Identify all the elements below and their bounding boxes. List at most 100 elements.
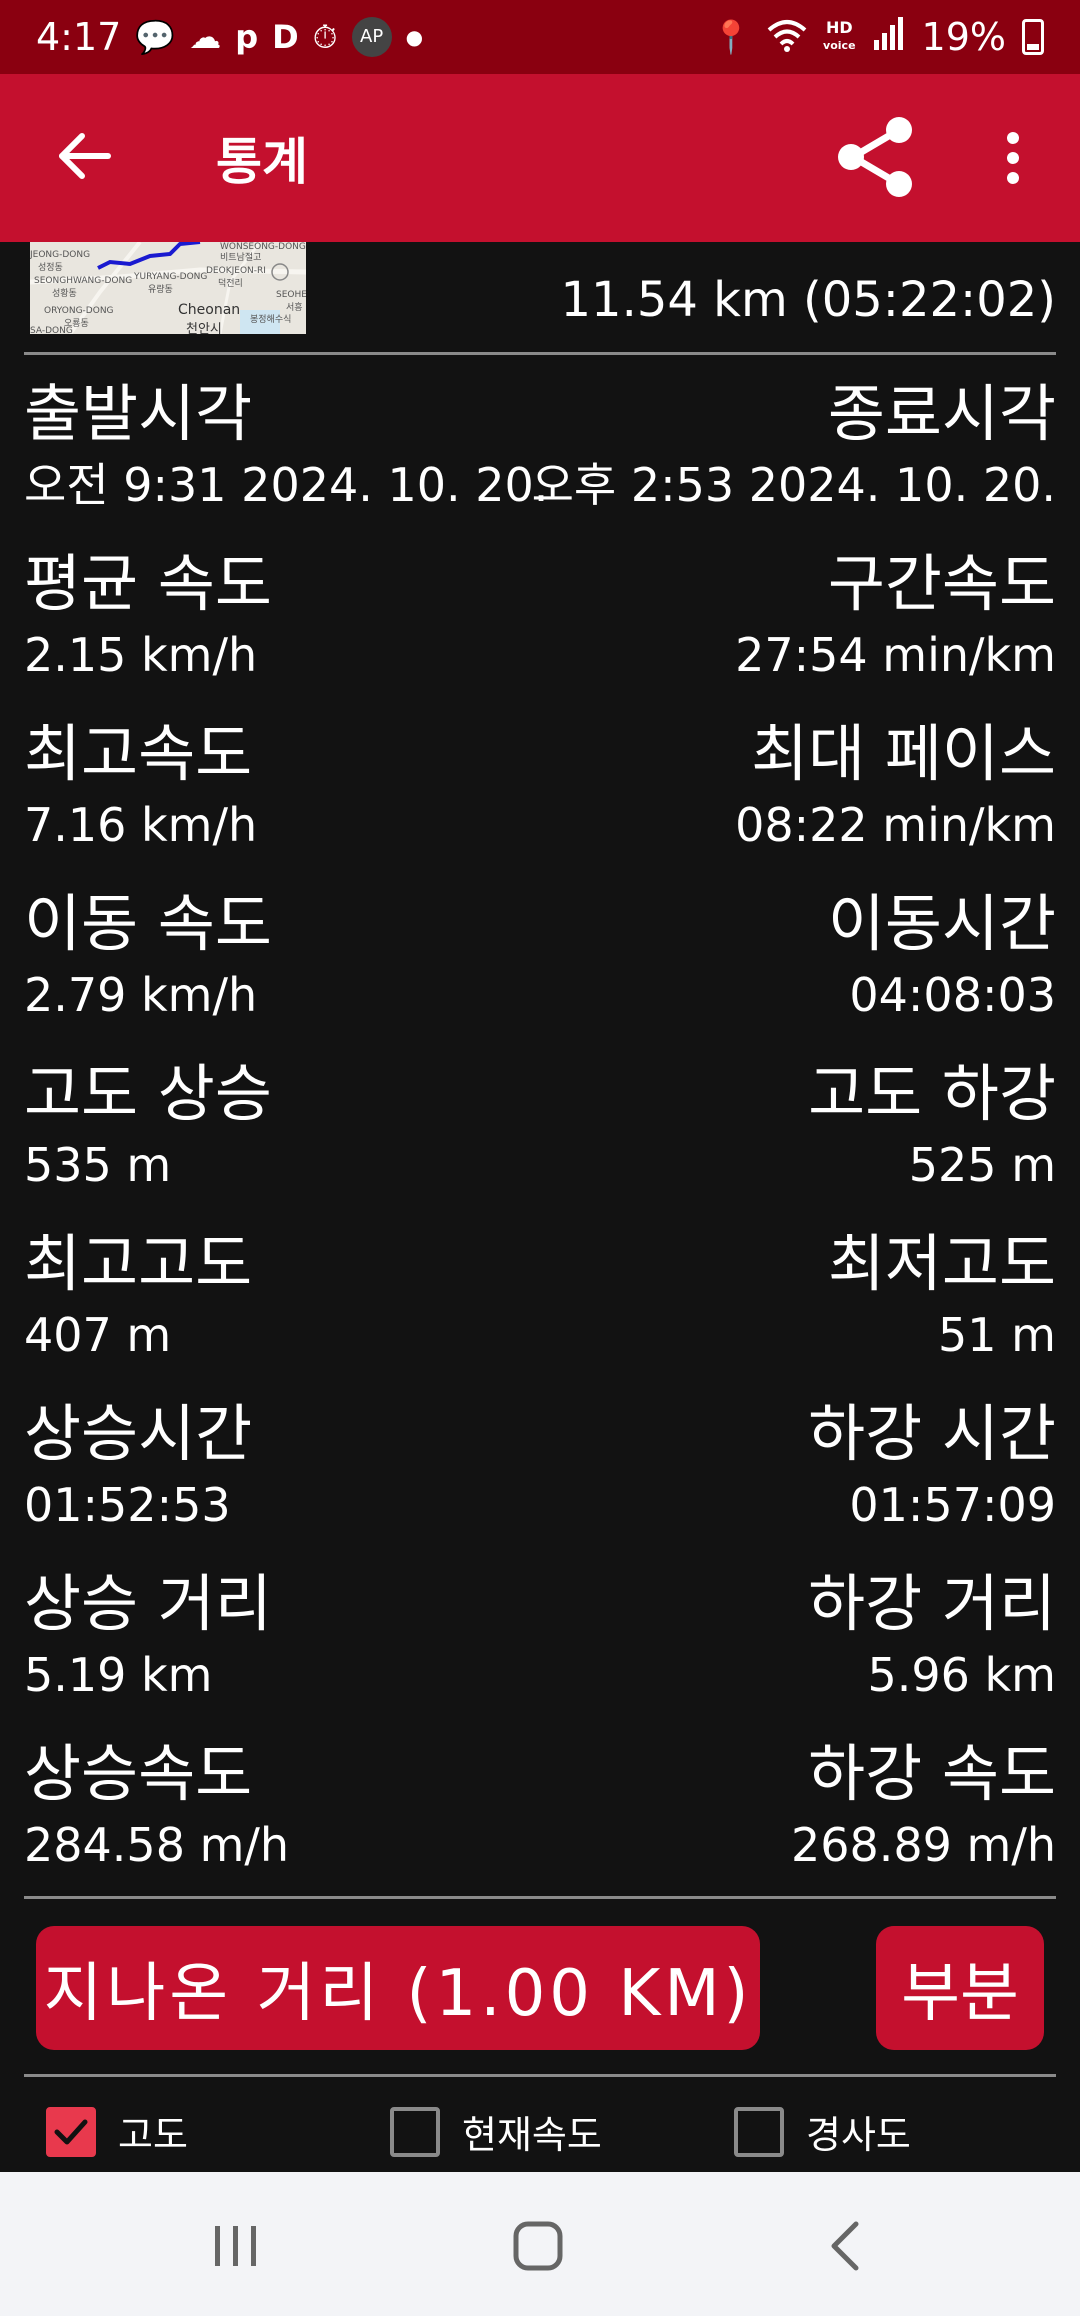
p-app-icon: p: [235, 18, 259, 56]
stat-label: 상승시간: [24, 1397, 253, 1470]
stat-label: 상승속도: [24, 1737, 253, 1810]
map-label: 천안시: [186, 322, 222, 334]
checkbox-box[interactable]: [734, 2106, 784, 2157]
stat-label: 최고속도: [24, 717, 253, 790]
stat-label: 최고고도: [24, 1227, 253, 1300]
stat-value: 268.89 m/h: [790, 1818, 1056, 1872]
map-thumbnail[interactable]: WONSEONG-DONG 비트남절고 JEONG-DONG 성정동 YURYA…: [30, 242, 306, 334]
stat-row: 이동 속도 2.79 km/h 이동시간 04:08:03: [24, 882, 1056, 1052]
notification-dot-icon: ●: [405, 25, 424, 49]
chat-icon: 💬: [135, 18, 176, 56]
partial-button[interactable]: 부분: [876, 1926, 1044, 2050]
stat-right: 하강 시간 01:57:09: [808, 1392, 1056, 1534]
checkbox-altitude[interactable]: 고도: [46, 2104, 188, 2159]
stat-value: 04:08:03: [849, 968, 1056, 1022]
stat-label: 출발시각: [24, 377, 253, 450]
stat-label: 고도 상승: [24, 1057, 272, 1130]
stat-left: 출발시각오전 9:31 2024. 10. 20.: [24, 372, 548, 514]
checkbox-current-speed[interactable]: 현재속도: [390, 2104, 602, 2159]
stat-left: 상승 거리 5.19 km: [24, 1562, 272, 1704]
stat-value: 407 m: [24, 1308, 172, 1362]
stat-value: 01:57:09: [849, 1478, 1056, 1532]
stat-row: 최고속도 7.16 km/h 최대 페이스 08:22 min/km: [24, 712, 1056, 882]
stat-left: 상승속도 284.58 m/h: [24, 1732, 289, 1874]
stat-value: 08:22 min/km: [735, 798, 1056, 852]
home-icon: [513, 2221, 563, 2271]
d-app-icon: D: [272, 18, 299, 56]
cloud-chat-icon: ☁: [189, 18, 222, 56]
stat-right: 이동시간 04:08:03: [828, 882, 1056, 1024]
stat-label: 하강 시간: [808, 1397, 1056, 1470]
more-vert-icon: [1007, 132, 1019, 184]
arrow-left-icon: [59, 133, 111, 179]
stat-left: 고도 상승 535 m: [24, 1052, 272, 1194]
stat-value: 오후 2:53 2024. 10. 20.: [531, 458, 1056, 512]
map-label: 비트남절고: [220, 253, 262, 263]
stat-right: 구간속도 27:54 min/km: [735, 542, 1056, 684]
location-icon: 📍: [711, 18, 752, 56]
stat-right: 하강 속도 268.89 m/h: [791, 1732, 1056, 1874]
share-icon: [838, 117, 912, 197]
map-label: YURYANG-DONG: [134, 272, 208, 282]
stat-label: 이동시간: [827, 887, 1056, 960]
divider: [24, 2074, 1056, 2077]
stat-label: 구간속도: [827, 547, 1056, 620]
stat-right: 하강 거리 5.96 km: [808, 1562, 1056, 1704]
stat-left: 최고속도 7.16 km/h: [24, 712, 257, 854]
nav-back-button[interactable]: [804, 2206, 884, 2286]
stat-value: 7.16 km/h: [24, 798, 258, 852]
map-label: 유량동: [148, 285, 173, 295]
nav-home-button[interactable]: [498, 2206, 578, 2286]
share-button[interactable]: [830, 112, 920, 202]
stopwatch-icon: ⏱: [312, 18, 338, 56]
stat-value: 5.19 km: [24, 1648, 213, 1702]
stat-left: 평균 속도 2.15 km/h: [24, 542, 272, 684]
chart-options: 고도 현재속도 경사도: [0, 2100, 1080, 2170]
map-label: Cheonan: [178, 302, 241, 318]
stat-label: 상승 거리: [24, 1567, 272, 1640]
page-title: 통계: [216, 133, 308, 191]
stat-label: 최저고도: [827, 1227, 1056, 1300]
stat-value: 오전 9:31 2024. 10. 20.: [24, 458, 549, 512]
checkbox-label: 고도: [118, 2113, 188, 2157]
stat-value: 535 m: [24, 1138, 172, 1192]
map-label: SEONGHWANG-DONG: [34, 276, 133, 286]
stat-value: 01:52:53: [24, 1478, 231, 1532]
hd-voice-icon: HD voice: [823, 18, 856, 53]
checkbox-box[interactable]: [46, 2106, 96, 2157]
checkbox-box[interactable]: [390, 2106, 440, 2157]
checkbox-label: 현재속도: [462, 2113, 602, 2157]
stat-row: 상승속도 284.58 m/h 하강 속도 268.89 m/h: [24, 1732, 1056, 1902]
stat-value: 2.15 km/h: [24, 628, 258, 682]
map-label: 성정동: [38, 263, 63, 273]
map-label: JEONG-DONG: [30, 250, 91, 260]
stat-row: 상승 거리 5.19 km 하강 거리 5.96 km: [24, 1562, 1056, 1732]
map-label: 성황동: [52, 289, 77, 299]
stat-value: 51 m: [938, 1308, 1056, 1362]
map-label: 덕전리: [218, 279, 243, 289]
stat-row: 출발시각 오전 9:31 2024. 10. 20. 종료시각 오후 2:53 202…: [24, 372, 1056, 542]
stat-row: 평균 속도 2.15 km/h 구간속도 27:54 min/km: [24, 542, 1056, 712]
stat-right: 고도 하강 525 m: [808, 1052, 1056, 1194]
map-label: SEOHEU: [276, 290, 306, 300]
battery-percent: 19%: [921, 15, 1006, 59]
divider: [24, 1896, 1056, 1899]
stat-label: 고도 하강: [808, 1057, 1056, 1130]
stat-value: 5.96 km: [867, 1648, 1057, 1702]
stat-value: 525 m: [908, 1138, 1056, 1192]
checkbox-slope[interactable]: 경사도: [734, 2104, 911, 2159]
ap-app-icon: AP: [351, 17, 392, 57]
stat-value: 284.58 m/h: [24, 1818, 290, 1872]
nav-recents-button[interactable]: [196, 2206, 276, 2286]
more-options-button[interactable]: [988, 118, 1038, 198]
back-button[interactable]: [52, 124, 116, 188]
stat-label: 평균 속도: [24, 547, 272, 620]
recents-icon: [215, 2226, 256, 2266]
stats-list: 출발시각 오전 9:31 2024. 10. 20. 종료시각 오후 2:53 202…: [24, 372, 1056, 1902]
app-bar: 통계: [0, 74, 1080, 242]
stat-label: 최대 페이스: [751, 717, 1056, 790]
stat-left: 상승시간 01:52:53: [24, 1392, 252, 1534]
checkmark-icon: [54, 2119, 88, 2144]
status-time: 4:17: [36, 15, 122, 59]
distance-interval-button[interactable]: 지나온 거리 (1.00 KM): [36, 1926, 760, 2050]
